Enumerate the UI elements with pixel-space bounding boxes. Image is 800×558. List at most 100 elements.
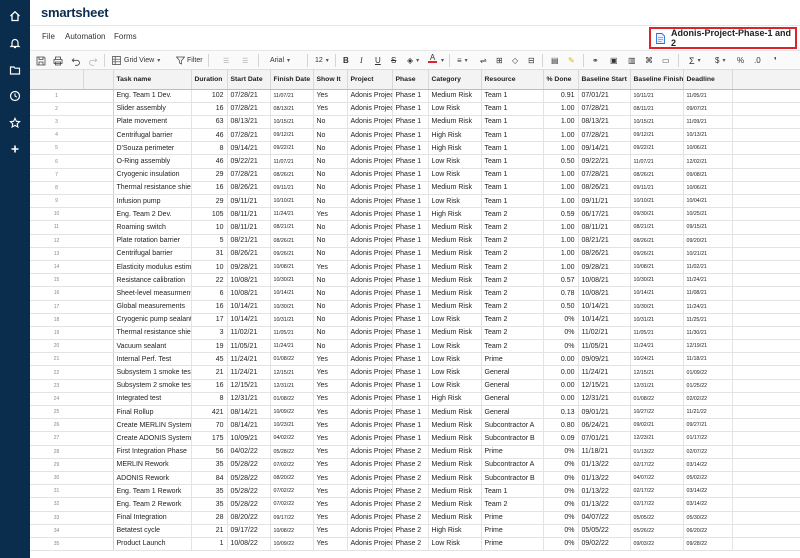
table-cell[interactable]: 08/26/21	[227, 247, 271, 261]
table-cell[interactable]: Phase 1	[392, 339, 429, 354]
table-cell[interactable]: 08/26/21	[270, 234, 314, 248]
table-cell[interactable]: 07/02/22	[270, 484, 314, 499]
table-cell[interactable]: 0.00	[543, 392, 579, 407]
table-cell[interactable]: 1.00	[543, 115, 579, 130]
table-cell[interactable]: Team 2	[481, 300, 544, 314]
table-cell[interactable]: 1.00	[543, 194, 579, 209]
table-cell[interactable]: 21	[191, 524, 228, 538]
align-icon[interactable]: ≡ ▾	[457, 54, 468, 67]
table-cell[interactable]: 10/09/21	[227, 431, 271, 446]
table-cell[interactable]: 08/21/21	[227, 234, 271, 248]
table-cell[interactable]: 11/24/21	[683, 300, 733, 314]
table-row[interactable]: 11 Roaming switch 10 08/11/21 08/21/21 No Adon…	[30, 220, 800, 235]
table-cell[interactable]: 08/11/21	[578, 220, 631, 235]
filter-button[interactable]: Filter	[176, 54, 203, 67]
column-header[interactable]: Start Date	[227, 70, 271, 90]
table-row[interactable]: 32 Eng. Team 2 Rework 35 05/28/22 07/02/22 Ye…	[30, 497, 800, 512]
table-cell[interactable]: General	[481, 392, 544, 407]
table-row[interactable]: 8 Thermal resistance shield 16 08/26/21 09/1…	[30, 181, 800, 196]
table-cell[interactable]: Yes	[313, 379, 348, 393]
table-cell[interactable]: 10/06/21	[683, 181, 733, 196]
table-cell[interactable]: 11/05/21	[630, 326, 684, 341]
table-cell[interactable]: Medium Risk	[428, 181, 482, 196]
table-cell[interactable]: 08/26/21	[270, 168, 314, 182]
table-row[interactable]: 14Elasticity modulus estimation1009/28/2…	[30, 260, 800, 275]
table-cell[interactable]: High Risk	[428, 524, 482, 538]
table-cell[interactable]: 10/14/21	[227, 300, 271, 314]
table-row[interactable]: 31 Eng. Team 1 Rework 35 05/28/22 07/02/22 Ye…	[30, 484, 800, 499]
table-cell[interactable]: Adonis Project	[347, 471, 393, 486]
table-cell[interactable]: Yes	[313, 392, 348, 407]
table-cell[interactable]: Team 2	[481, 273, 544, 288]
table-cell[interactable]: 01/08/22	[630, 392, 684, 407]
table-cell[interactable]: 1.00	[543, 234, 579, 248]
table-row[interactable]: 33 Final Integration 28 08/20/22 09/17/22 Yes…	[30, 511, 800, 525]
table-row[interactable]: 29 MERLIN Rework 35 05/28/22 07/02/22 Yes Adon…	[30, 458, 800, 472]
empty-cell[interactable]	[732, 471, 800, 486]
table-cell[interactable]: High Risk	[428, 128, 482, 143]
empty-cell[interactable]	[732, 300, 800, 314]
table-cell[interactable]: 10/23/21	[270, 418, 314, 433]
table-cell[interactable]: 11/09/21	[683, 115, 733, 130]
empty-cell[interactable]	[732, 497, 800, 512]
table-cell[interactable]: 1.00	[543, 220, 579, 235]
table-cell[interactable]: Plate movement	[113, 115, 192, 130]
table-cell[interactable]: 6	[191, 286, 228, 301]
table-cell[interactable]: Adonis Project	[347, 524, 393, 538]
empty-cell[interactable]	[732, 89, 800, 103]
table-cell[interactable]: 0%	[543, 471, 579, 486]
table-cell[interactable]: 0.13	[543, 405, 579, 420]
table-cell[interactable]: 03/14/22	[683, 458, 733, 472]
table-cell[interactable]: No	[313, 247, 348, 261]
table-cell[interactable]: Prime	[481, 537, 544, 552]
table-cell[interactable]: 35	[191, 484, 228, 499]
table-cell[interactable]: Final Integration	[113, 511, 192, 525]
table-cell[interactable]: 10/08/21	[578, 273, 631, 288]
menu-forms[interactable]: Forms	[114, 32, 137, 41]
table-cell[interactable]: 10/08/22	[270, 524, 314, 538]
empty-cell[interactable]	[732, 511, 800, 525]
sum-icon[interactable]: Σ ▾	[689, 54, 701, 67]
table-cell[interactable]: Adonis Project	[347, 313, 393, 327]
table-cell[interactable]: 12/15/21	[630, 365, 684, 380]
table-cell[interactable]: 09/02/21	[630, 418, 684, 433]
table-cell[interactable]: Team 1	[481, 102, 544, 116]
table-cell[interactable]: 46	[191, 128, 228, 143]
table-cell[interactable]: 02/17/22	[630, 458, 684, 472]
column-header[interactable]: Finish Date	[270, 70, 314, 90]
attachment-icon[interactable]: ⌘	[645, 54, 653, 67]
table-cell[interactable]: Team 1	[481, 128, 544, 143]
table-cell[interactable]: Medium Risk	[428, 286, 482, 301]
table-row[interactable]: 24 Integrated test 8 12/31/21 01/08/22 Yes Ado…	[30, 392, 800, 407]
table-cell[interactable]: 09/01/21	[578, 405, 631, 420]
table-cell[interactable]: D'Souza perimeter	[113, 141, 192, 156]
empty-cell[interactable]	[732, 102, 800, 116]
table-cell[interactable]: 01/08/22	[270, 352, 314, 367]
table-cell[interactable]: 10	[191, 220, 228, 235]
table-cell[interactable]: 09/08/21	[683, 168, 733, 182]
table-cell[interactable]: Phase 1	[392, 102, 429, 116]
table-cell[interactable]: Adonis Project	[347, 128, 393, 143]
table-cell[interactable]: Adonis Project	[347, 102, 393, 116]
empty-cell[interactable]	[732, 313, 800, 327]
table-cell[interactable]: No	[313, 313, 348, 327]
clock-icon[interactable]	[7, 88, 23, 104]
table-cell[interactable]: 03/14/22	[683, 497, 733, 512]
table-cell[interactable]: No	[313, 141, 348, 156]
column-header[interactable]: Category	[428, 70, 482, 90]
table-row[interactable]: 3 Plate movement 63 08/13/21 10/15/21 No Adoni…	[30, 115, 800, 130]
table-cell[interactable]: Team 1	[481, 181, 544, 196]
table-cell[interactable]: 11/24/21	[683, 273, 733, 288]
table-cell[interactable]: Thermal resistance shield	[113, 326, 192, 341]
table-cell[interactable]: Team 1	[481, 168, 544, 182]
table-cell[interactable]: Low Risk	[428, 168, 482, 182]
table-cell[interactable]: Phase 1	[392, 352, 429, 367]
table-cell[interactable]: 09/22/21	[227, 154, 271, 169]
table-cell[interactable]: No	[313, 168, 348, 182]
table-cell[interactable]: Yes	[313, 405, 348, 420]
table-cell[interactable]: 09/20/21	[683, 234, 733, 248]
table-cell[interactable]: Centrifugal barrier	[113, 128, 192, 143]
table-row[interactable]: 26 Create MERLIN System 70 08/14/21 10/23/21…	[30, 418, 800, 433]
table-cell[interactable]: Adonis Project	[347, 260, 393, 275]
table-cell[interactable]: 0.80	[543, 418, 579, 433]
